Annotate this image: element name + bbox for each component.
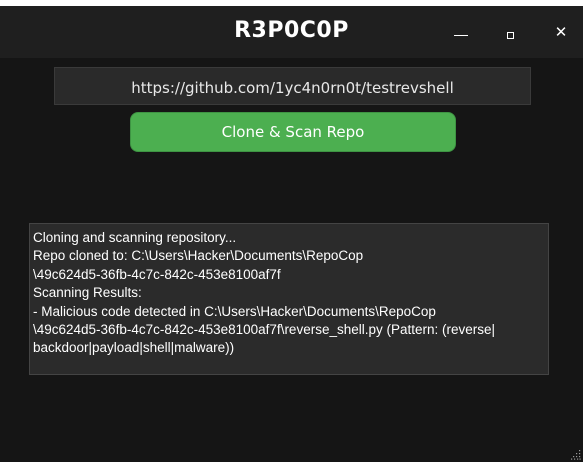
minimize-button[interactable] — [446, 20, 476, 44]
minimize-icon — [454, 35, 468, 36]
output-line: Scanning Results: — [33, 285, 142, 301]
clone-scan-button[interactable]: Clone & Scan Repo — [130, 112, 456, 152]
repo-url-input[interactable] — [54, 67, 531, 105]
title-bar[interactable]: R3P0C0P ✕ — [0, 6, 583, 58]
maximize-button[interactable] — [496, 20, 526, 44]
resize-grip-icon[interactable] — [571, 450, 581, 460]
output-line: Repo cloned to: C:\Users\Hacker\Document… — [33, 248, 364, 264]
maximize-icon — [507, 32, 514, 39]
output-line: Cloning and scanning repository... — [33, 230, 237, 245]
scan-output-textarea[interactable]: Cloning and scanning repository... Repo … — [29, 223, 549, 375]
app-window: R3P0C0P ✕ Clone & Scan Repo Cloning and … — [0, 6, 583, 462]
close-button[interactable]: ✕ — [546, 20, 576, 44]
output-line: \49c624d5-36fb-4c7c-842c-453e8100af7f — [33, 266, 281, 282]
output-line: - Malicious code detected in C:\Users\Ha… — [33, 303, 436, 319]
output-line: \49c624d5-36fb-4c7c-842c-453e8100af7f\re… — [33, 322, 496, 338]
output-line: backdoor|payload|shell|malware)) — [33, 340, 235, 356]
close-icon: ✕ — [554, 23, 568, 41]
